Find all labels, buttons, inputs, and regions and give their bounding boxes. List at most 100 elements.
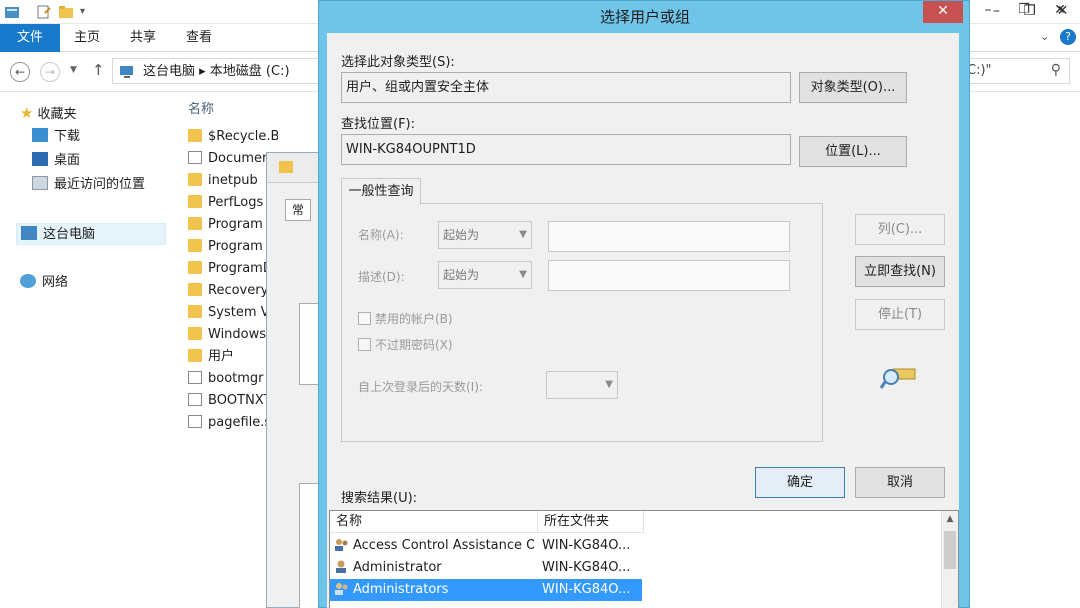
chevron-down-icon: ▼	[519, 229, 527, 240]
folder-icon	[279, 161, 293, 173]
downloads-icon	[32, 128, 48, 142]
nav-favorites-label: 收藏夹	[37, 107, 77, 122]
chevron-down-icon: ▼	[605, 379, 613, 390]
nav-desktop[interactable]: 桌面	[32, 150, 80, 172]
description-input[interactable]	[548, 260, 790, 291]
name-match-value: 起始为	[443, 228, 480, 242]
new-folder-quick-icon[interactable]	[58, 4, 74, 20]
dialog-close-button[interactable]: ✕	[923, 1, 963, 23]
description-match-select[interactable]: 起始为 ▼	[438, 261, 532, 289]
results-scrollbar[interactable]: ▲	[941, 511, 958, 608]
object-type-label: 选择此对象类型(S):	[341, 55, 455, 70]
address-bar[interactable]: 这台电脑 ▸ 本地磁盘 (C:)	[112, 58, 322, 84]
quick-access-dropdown-icon[interactable]: ▾	[80, 4, 96, 20]
stop-button[interactable]: 停止(T)	[855, 299, 945, 330]
nav-this-pc-label: 这台电脑	[43, 227, 96, 242]
cancel-button[interactable]: 取消	[855, 467, 945, 498]
minimize-button[interactable]: –	[972, 0, 1004, 20]
list-item[interactable]: Windows	[188, 324, 278, 346]
result-folder: WIN-KG84O...	[542, 560, 631, 575]
disabled-accounts-checkbox[interactable]: 禁用的帐户(B)	[358, 310, 453, 327]
find-now-button[interactable]: 立即查找(N)	[855, 256, 945, 287]
properties-tab[interactable]: 常	[285, 199, 311, 221]
name-match-select[interactable]: 起始为 ▼	[438, 221, 532, 249]
result-name: Access Control Assistance O...	[353, 538, 534, 553]
background-window-controls: – ❐ ✕	[972, 0, 1080, 22]
folder-icon	[188, 217, 202, 230]
folder-icon	[188, 327, 202, 340]
columns-button[interactable]: 列(C)...	[855, 214, 945, 245]
table-row-selected[interactable]: Administrators WIN-KG84O...	[330, 579, 642, 601]
recent-places-icon	[32, 176, 48, 190]
checkbox-box	[358, 338, 371, 351]
tab-view[interactable]: 查看	[172, 24, 226, 52]
list-item[interactable]: bootmgr	[188, 368, 278, 390]
location-field: WIN-KG84OUPNT1D	[341, 134, 791, 165]
nav-network-label: 网络	[42, 275, 69, 290]
search-results-label: 搜索结果(U):	[341, 491, 418, 506]
scrollbar-thumb[interactable]	[944, 531, 956, 569]
nav-favorites[interactable]: ★ 收藏夹	[20, 102, 76, 124]
list-item[interactable]: Recovery	[188, 280, 278, 302]
sidebar-item-this-pc[interactable]: 这台电脑	[16, 223, 166, 245]
search-input[interactable]: C:)" ⚲	[964, 58, 1070, 84]
folder-icon	[188, 173, 202, 186]
column-header-name[interactable]: 名称	[330, 511, 538, 533]
up-icon[interactable]: ↑	[92, 61, 105, 79]
list-item[interactable]: 用户	[188, 346, 278, 368]
search-animation-icon	[879, 368, 916, 389]
tab-share[interactable]: 共享	[116, 24, 170, 52]
dialog-client-area: 选择此对象类型(S): 用户、组或内置安全主体 对象类型(O)... 查找位置(…	[327, 33, 959, 608]
recent-locations-icon[interactable]: ▼	[70, 65, 77, 75]
list-item[interactable]: BOOTNXT	[188, 390, 278, 412]
list-item[interactable]: PerfLogs	[188, 192, 278, 214]
list-item[interactable]: inetpub	[188, 170, 278, 192]
scroll-up-icon[interactable]: ▲	[942, 511, 958, 528]
file-icon	[188, 371, 202, 384]
back-icon[interactable]: ←	[10, 62, 30, 82]
tab-file[interactable]: 文件	[0, 24, 60, 52]
folder-icon	[188, 129, 202, 142]
location-label: 查找位置(F):	[341, 117, 416, 132]
list-item[interactable]: Program Files	[188, 214, 278, 236]
result-name: Administrators	[353, 582, 449, 597]
ribbon-expand-icon[interactable]: ⌄	[1040, 30, 1049, 43]
column-header-name[interactable]: 名称	[188, 98, 214, 117]
checkbox-box	[358, 312, 371, 325]
nav-recent[interactable]: 最近访问的位置	[32, 174, 145, 196]
folder-icon	[188, 349, 202, 362]
this-pc-icon	[21, 226, 37, 240]
list-item[interactable]: Documents and Settings	[188, 148, 278, 170]
list-item[interactable]: pagefile.sys	[188, 412, 278, 434]
object-types-button[interactable]: 对象类型(O)...	[799, 72, 907, 103]
list-item[interactable]: $Recycle.Bin	[188, 126, 278, 148]
folder-icon	[188, 195, 202, 208]
select-users-dialog: 选择用户或组 ✕ 选择此对象类型(S): 用户、组或内置安全主体 对象类型(O)…	[318, 0, 970, 608]
list-item[interactable]: ProgramData	[188, 258, 278, 280]
days-since-login-select[interactable]: ▼	[546, 371, 618, 399]
forward-icon[interactable]: →	[40, 62, 60, 82]
general-queries-panel: 名称(A): 起始为 ▼ 描述(D): 起始为 ▼ 禁用的帐户(B) 不过期密码(X…	[341, 203, 823, 442]
folder-icon	[188, 283, 202, 296]
help-icon[interactable]: ?	[1060, 29, 1076, 45]
tab-home[interactable]: 主页	[60, 24, 114, 52]
tab-general-queries[interactable]: 一般性查询	[341, 178, 421, 205]
properties-titlebar	[267, 153, 325, 183]
column-header-folder[interactable]: 所在文件夹	[538, 511, 644, 533]
properties-quick-icon[interactable]	[36, 4, 52, 20]
name-input[interactable]	[548, 221, 790, 252]
close-button[interactable]: ✕	[1044, 0, 1076, 20]
result-folder: WIN-KG84O...	[542, 582, 631, 597]
nav-desktop-label: 桌面	[54, 153, 81, 168]
list-item[interactable]: Program Files (x86)	[188, 236, 278, 258]
restore-button[interactable]: ❐	[1008, 0, 1040, 20]
sidebar-item-network[interactable]: 网络	[20, 272, 68, 294]
list-item[interactable]: System Volume Information	[188, 302, 278, 324]
locations-button[interactable]: 位置(L)...	[799, 136, 907, 167]
search-icon[interactable]: ⚲	[1051, 62, 1061, 78]
name-label: 名称(A):	[358, 228, 404, 242]
non-expiring-password-checkbox[interactable]: 不过期密码(X)	[358, 336, 453, 353]
nav-downloads[interactable]: 下载	[32, 126, 80, 148]
ok-button[interactable]: 确定	[755, 467, 845, 498]
days-since-login-label: 自上次登录后的天数(I):	[358, 380, 483, 394]
